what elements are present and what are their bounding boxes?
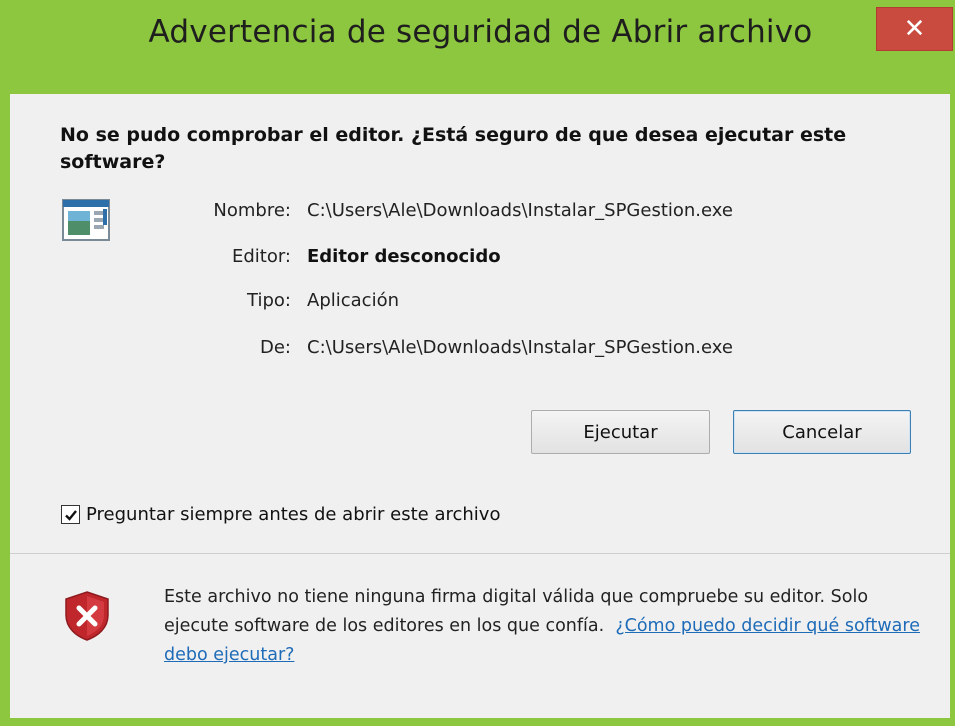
type-label: Tipo:: [247, 290, 291, 311]
checkmark-icon: [64, 509, 77, 521]
from-value: C:\Users\Ale\Downloads\Instalar_SPGestio…: [307, 337, 733, 358]
publisher-label: Editor:: [231, 246, 291, 267]
close-icon: ✕: [903, 14, 926, 44]
name-value: C:\Users\Ale\Downloads\Instalar_SPGestio…: [307, 200, 733, 221]
window-title: Advertencia de seguridad de Abrir archiv…: [148, 14, 813, 50]
warning-heading: No se pudo comprobar el editor. ¿Está se…: [60, 124, 847, 173]
application-file-icon: [62, 199, 110, 241]
run-button[interactable]: Ejecutar: [531, 410, 710, 454]
close-button[interactable]: ✕: [876, 7, 953, 51]
name-label: Nombre:: [213, 200, 291, 221]
always-ask-checkbox[interactable]: [61, 505, 80, 524]
dialog-window: Advertencia de seguridad de Abrir archiv…: [6, 0, 955, 726]
cancel-button[interactable]: Cancelar: [733, 410, 911, 454]
always-ask-row[interactable]: Preguntar siempre antes de abrir este ar…: [61, 504, 500, 525]
type-value: Aplicación: [307, 290, 399, 311]
from-label: De:: [260, 337, 291, 358]
footer-warning: Este archivo no tiene ninguna firma digi…: [164, 583, 924, 670]
footer-panel: Este archivo no tiene ninguna firma digi…: [10, 554, 950, 718]
title-bar[interactable]: Advertencia de seguridad de Abrir archiv…: [6, 0, 955, 90]
publisher-value: Editor desconocido: [307, 246, 501, 267]
always-ask-label: Preguntar siempre antes de abrir este ar…: [86, 504, 501, 525]
dialog-body: No se pudo comprobar el editor. ¿Está se…: [10, 94, 950, 718]
security-shield-icon: [65, 591, 109, 641]
